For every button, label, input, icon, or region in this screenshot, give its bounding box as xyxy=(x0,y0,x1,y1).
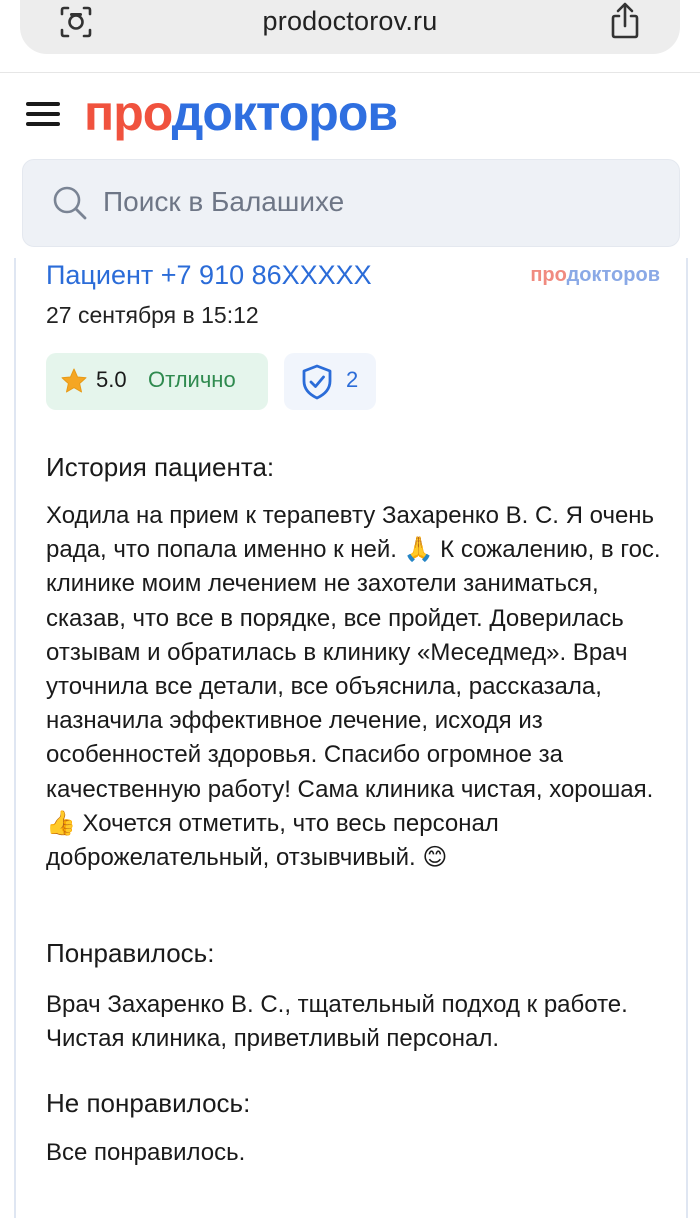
search-input[interactable]: Поиск в Балашихе xyxy=(22,159,680,247)
url-text[interactable]: prodoctorov.ru xyxy=(20,6,680,37)
verification-badge[interactable]: 2 xyxy=(284,353,376,410)
watermark-part-doctorov: докторов xyxy=(566,264,660,286)
share-icon[interactable] xyxy=(608,2,642,40)
site-header: продокторов Поиск в Балашихе xyxy=(0,73,700,258)
review-author[interactable]: Пациент +7 910 86XXXXX xyxy=(46,260,372,291)
search-placeholder: Поиск в Балашихе xyxy=(103,186,345,217)
logo-part-doctorov: докторов xyxy=(171,85,398,141)
story-text: Ходила на прием к терапевту Захаренко В.… xyxy=(46,502,661,872)
rating-badge[interactable]: 5.0 Отлично xyxy=(46,353,268,410)
site-logo[interactable]: продокторов xyxy=(84,83,398,143)
search-icon xyxy=(53,186,87,220)
star-icon xyxy=(61,368,87,393)
rating-label: Отлично xyxy=(148,367,236,392)
liked-text: Врач Захаренко В. С., тщательный подход … xyxy=(46,991,628,1053)
review-card: Пациент +7 910 86XXXXX продокторов 27 се… xyxy=(14,258,688,1218)
verification-count: 2 xyxy=(346,367,359,392)
watermark-part-pro: про xyxy=(530,264,567,286)
logo-part-pro: про xyxy=(84,85,173,141)
liked-title: Понравилось: xyxy=(46,938,215,968)
review-date: 27 сентября в 15:12 xyxy=(46,302,259,328)
disliked-title: Не понравилось: xyxy=(46,1088,251,1118)
browser-toolbar: prodoctorov.ru xyxy=(0,0,700,73)
story-title: История пациента: xyxy=(46,452,275,482)
hamburger-menu-icon[interactable] xyxy=(26,99,60,129)
address-bar[interactable]: prodoctorov.ru xyxy=(20,0,680,54)
shield-check-icon xyxy=(302,364,332,400)
card-watermark-logo: продокторов xyxy=(530,264,660,287)
rating-value: 5.0 xyxy=(96,367,127,392)
disliked-text: Все понравилось. xyxy=(46,1139,246,1166)
